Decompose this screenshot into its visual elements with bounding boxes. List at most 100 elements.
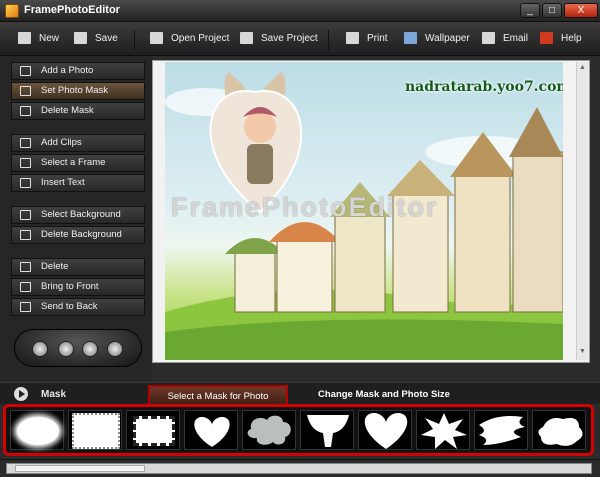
sidebar-item-label: Add a Photo [41, 65, 94, 76]
bring-to-front-button[interactable]: Bring to Front [11, 278, 145, 296]
select-background-button[interactable]: Select Background [11, 206, 145, 224]
zoom-out-icon[interactable] [107, 341, 123, 357]
app-icon [5, 4, 19, 18]
open-project-button[interactable]: Open Project [150, 32, 229, 48]
new-button[interactable]: New [18, 32, 59, 48]
sidebar-item-label: Delete Background [41, 229, 122, 240]
mask-thumbnail-splat[interactable] [532, 410, 586, 450]
add-photo-button[interactable]: Add a Photo [11, 62, 145, 80]
send-to-back-button[interactable]: Send to Back [11, 298, 145, 316]
zoom-control [14, 329, 142, 367]
sidebar-item-label: Insert Text [41, 177, 85, 188]
toolbar: New Save Open Project Save Project Print… [0, 22, 600, 56]
scroll-thumb[interactable] [15, 465, 145, 472]
new-label: New [39, 33, 60, 44]
close-button[interactable]: X [564, 3, 598, 18]
new-file-icon [18, 32, 31, 45]
sidebar-item-label: Delete [41, 261, 69, 272]
help-button[interactable]: Help [540, 32, 582, 48]
toolbar-separator [134, 30, 135, 50]
save-icon [74, 32, 87, 45]
bring-front-icon [20, 282, 31, 292]
mask-thumbnail-heart-large[interactable] [358, 410, 412, 450]
help-icon [540, 32, 553, 45]
mask-icon [20, 86, 31, 96]
goblet-mask-icon [307, 415, 349, 447]
watermark-app-text: FramePhotoEditor [171, 192, 439, 222]
toolbar-separator [328, 30, 329, 50]
burst-mask-icon [421, 413, 467, 449]
email-button[interactable]: Email [482, 32, 528, 48]
scroll-track [6, 463, 592, 474]
oval-mask-icon [17, 417, 59, 445]
email-label: Email [503, 33, 529, 44]
sidebar-item-label: Delete Mask [41, 105, 94, 116]
thumbnail-horizontal-scrollbar[interactable] [0, 459, 600, 477]
print-button[interactable]: Print [346, 32, 388, 48]
delete-button[interactable]: Delete [11, 258, 145, 276]
mask-thumbnail-stamp[interactable] [126, 410, 180, 450]
delete-mask-icon [20, 106, 31, 116]
mask-thumbnail-oval[interactable] [10, 410, 64, 450]
select-frame-button[interactable]: Select a Frame [11, 154, 145, 172]
photo-canvas[interactable]: nadratarab.yoo7.com FramePhotoEditor [165, 62, 563, 360]
wallpaper-icon [404, 32, 417, 45]
brush-stroke-mask-icon [479, 416, 525, 445]
scroll-down-icon[interactable]: ▼ [579, 348, 587, 355]
minimize-button[interactable]: _ [520, 3, 540, 18]
delete-background-icon [20, 230, 31, 240]
zoom-in-icon[interactable] [32, 341, 48, 357]
heart-mask-icon [194, 417, 230, 447]
wallpaper-label: Wallpaper [425, 33, 470, 44]
help-label: Help [561, 33, 582, 44]
large-heart-mask-icon [364, 413, 408, 449]
frame-icon [20, 158, 31, 168]
tab-select-mask[interactable]: Select a Mask for Photo [148, 385, 288, 405]
sidebar-item-label: Set Photo Mask [41, 85, 109, 96]
cloud-mask-icon [247, 415, 291, 445]
play-icon[interactable] [14, 387, 28, 401]
open-project-label: Open Project [171, 33, 230, 44]
mask-thumbnail-brush[interactable] [474, 410, 528, 450]
mask-thumbnail-burst[interactable] [416, 410, 470, 450]
delete-mask-button[interactable]: Delete Mask [11, 102, 145, 120]
sidebar-item-label: Send to Back [41, 301, 98, 312]
tab-change-mask-size[interactable]: Change Mask and Photo Size [300, 385, 468, 405]
mask-panel-header: Mask Select a Mask for Photo Change Mask… [0, 382, 600, 405]
save-project-label: Save Project [261, 33, 318, 44]
save-project-button[interactable]: Save Project [240, 32, 318, 48]
save-label: Save [95, 33, 118, 44]
stamp-mask-icon [133, 416, 175, 446]
fit-icon[interactable] [58, 341, 74, 357]
canvas-vertical-scrollbar[interactable]: ▲ ▼ [576, 62, 588, 360]
mask-thumbnail-heart[interactable] [184, 410, 238, 450]
scroll-up-icon[interactable]: ▲ [579, 64, 587, 71]
actual-size-icon[interactable] [82, 341, 98, 357]
envelope-icon [482, 32, 495, 45]
window-title: FramePhotoEditor [24, 4, 120, 16]
title-bar: FramePhotoEditor _ □ X [0, 0, 600, 22]
sidebar-item-label: Select a Frame [41, 157, 106, 168]
send-back-icon [20, 302, 31, 312]
printer-icon [346, 32, 359, 45]
soft-rect-mask-icon [72, 413, 120, 449]
open-project-icon [150, 32, 163, 45]
print-label: Print [367, 33, 388, 44]
sidebar-item-label: Add Clips [41, 137, 82, 148]
panel-label: Mask [41, 389, 67, 400]
mask-thumbnail-strip [3, 404, 594, 456]
sidebar-item-label: Select Background [41, 209, 121, 220]
mask-thumbnail-cloud[interactable] [242, 410, 296, 450]
mask-thumbnail-goblet[interactable] [300, 410, 354, 450]
splat-mask-icon [538, 418, 583, 446]
mask-thumbnail-rect-soft[interactable] [68, 410, 122, 450]
delete-background-button[interactable]: Delete Background [11, 226, 145, 244]
save-button[interactable]: Save [74, 32, 118, 48]
insert-text-button[interactable]: Insert Text [11, 174, 145, 192]
maximize-button[interactable]: □ [542, 3, 562, 18]
set-photo-mask-button[interactable]: Set Photo Mask [11, 82, 145, 100]
watermark-site-text: nadratarab.yoo7.com [405, 79, 563, 95]
add-clips-button[interactable]: Add Clips [11, 134, 145, 152]
background-icon [20, 210, 31, 220]
wallpaper-button[interactable]: Wallpaper [404, 32, 470, 48]
